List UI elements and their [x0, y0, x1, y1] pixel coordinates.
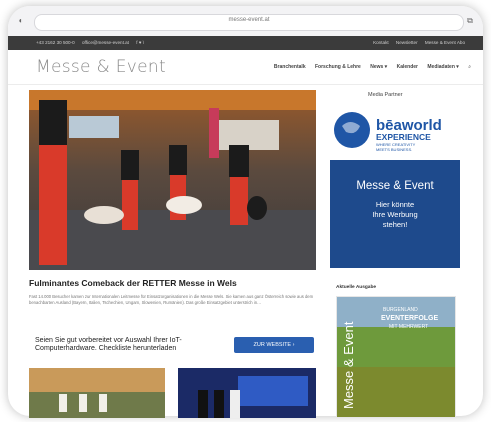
magazine-headline-1: BURGENLAND — [383, 307, 418, 313]
nav-item-kalender[interactable]: Kalender — [397, 64, 418, 70]
sidebar-ad-banner[interactable]: Messe & Event Hier könnte Ihre Werbung s… — [330, 160, 460, 268]
topbar-link-abo[interactable]: Messe & Event Abo — [425, 40, 465, 45]
topbar-link-kontakt[interactable]: Kontakt — [373, 40, 389, 45]
bea-sub: EXPERIENCE — [376, 132, 431, 142]
sidebar-ad-title: Messe & Event — [356, 180, 434, 192]
nav-item-mediadaten[interactable]: Mediadaten ▾ — [427, 64, 458, 70]
sidebar-ad-text: Hier könnte Ihre Werbung stehen! — [330, 200, 460, 230]
hero-image[interactable] — [29, 90, 316, 270]
sidebar-ad-line-1: Hier könnte — [375, 200, 415, 209]
topbar-link-newsletter[interactable]: Newsletter — [396, 40, 418, 45]
nav-item-forschung[interactable]: Forschung & Lehre — [315, 64, 361, 70]
magazine-headline-2: EVENTERFOLGE — [381, 315, 439, 322]
address-bar[interactable]: messe-event.at — [34, 14, 464, 31]
magazine-label: Aktuelle Ausgabe — [336, 285, 377, 290]
phone-link[interactable]: +43 2162 30 500-0 — [36, 40, 75, 45]
main-nav: Branchentalk Forschung & Lehre News ▾ Ka… — [266, 64, 471, 70]
url-text: messe-event.at — [228, 17, 270, 23]
ad-website-button[interactable]: ZUR WEBSITE › — [234, 337, 314, 353]
ad-text: Seien Sie gut vorbereitet vor Auswahl Ih… — [35, 337, 182, 352]
article-thumbnail-2[interactable] — [178, 368, 316, 418]
email-link[interactable]: office@messe-event.at — [82, 40, 129, 45]
top-bar: +43 2162 30 500-0 office@messe-event.at … — [8, 36, 483, 50]
text-ad[interactable]: Seien Sie gut vorbereitet vor Auswahl Ih… — [29, 332, 316, 360]
site-logo[interactable]: Messe & Event — [36, 57, 166, 77]
magazine-cover[interactable]: Messe & Event BURGENLAND EVENTERFOLGE MI… — [336, 296, 456, 418]
beaworld-logo[interactable]: bēaworld EXPERIENCE WHERE CREATIVITY MEE… — [330, 96, 460, 154]
sidebar-ad-line-3: stehen! — [382, 220, 408, 229]
article-excerpt: Fast 14.000 Besucher kamen zur Internati… — [29, 294, 314, 305]
browser-toolbar: ◐ messe-event.at ⧉ — [8, 6, 483, 36]
tabs-icon[interactable]: ⧉ — [465, 16, 475, 26]
nav-item-news[interactable]: News ▾ — [370, 64, 387, 70]
sidebar-ad-line-2: Ihre Werbung — [372, 210, 418, 219]
search-icon[interactable]: ⌕ — [468, 64, 471, 70]
nav-item-branchentalk[interactable]: Branchentalk — [274, 64, 306, 70]
article-thumbnail-1[interactable] — [29, 368, 165, 418]
social-icons[interactable]: f ♥ \ — [136, 40, 144, 45]
magazine-title: Messe & Event — [341, 321, 356, 409]
magazine-headline-3: MIT MEHRWERT — [389, 324, 428, 330]
tracking-icon[interactable]: ◐ — [16, 16, 26, 26]
site-header: Messe & Event Branchentalk Forschung & L… — [8, 50, 483, 85]
bea-tag2: MEETS BUSINESS. — [376, 147, 412, 152]
article-title[interactable]: Fulminantes Comeback der RETTER Messe in… — [29, 278, 319, 288]
